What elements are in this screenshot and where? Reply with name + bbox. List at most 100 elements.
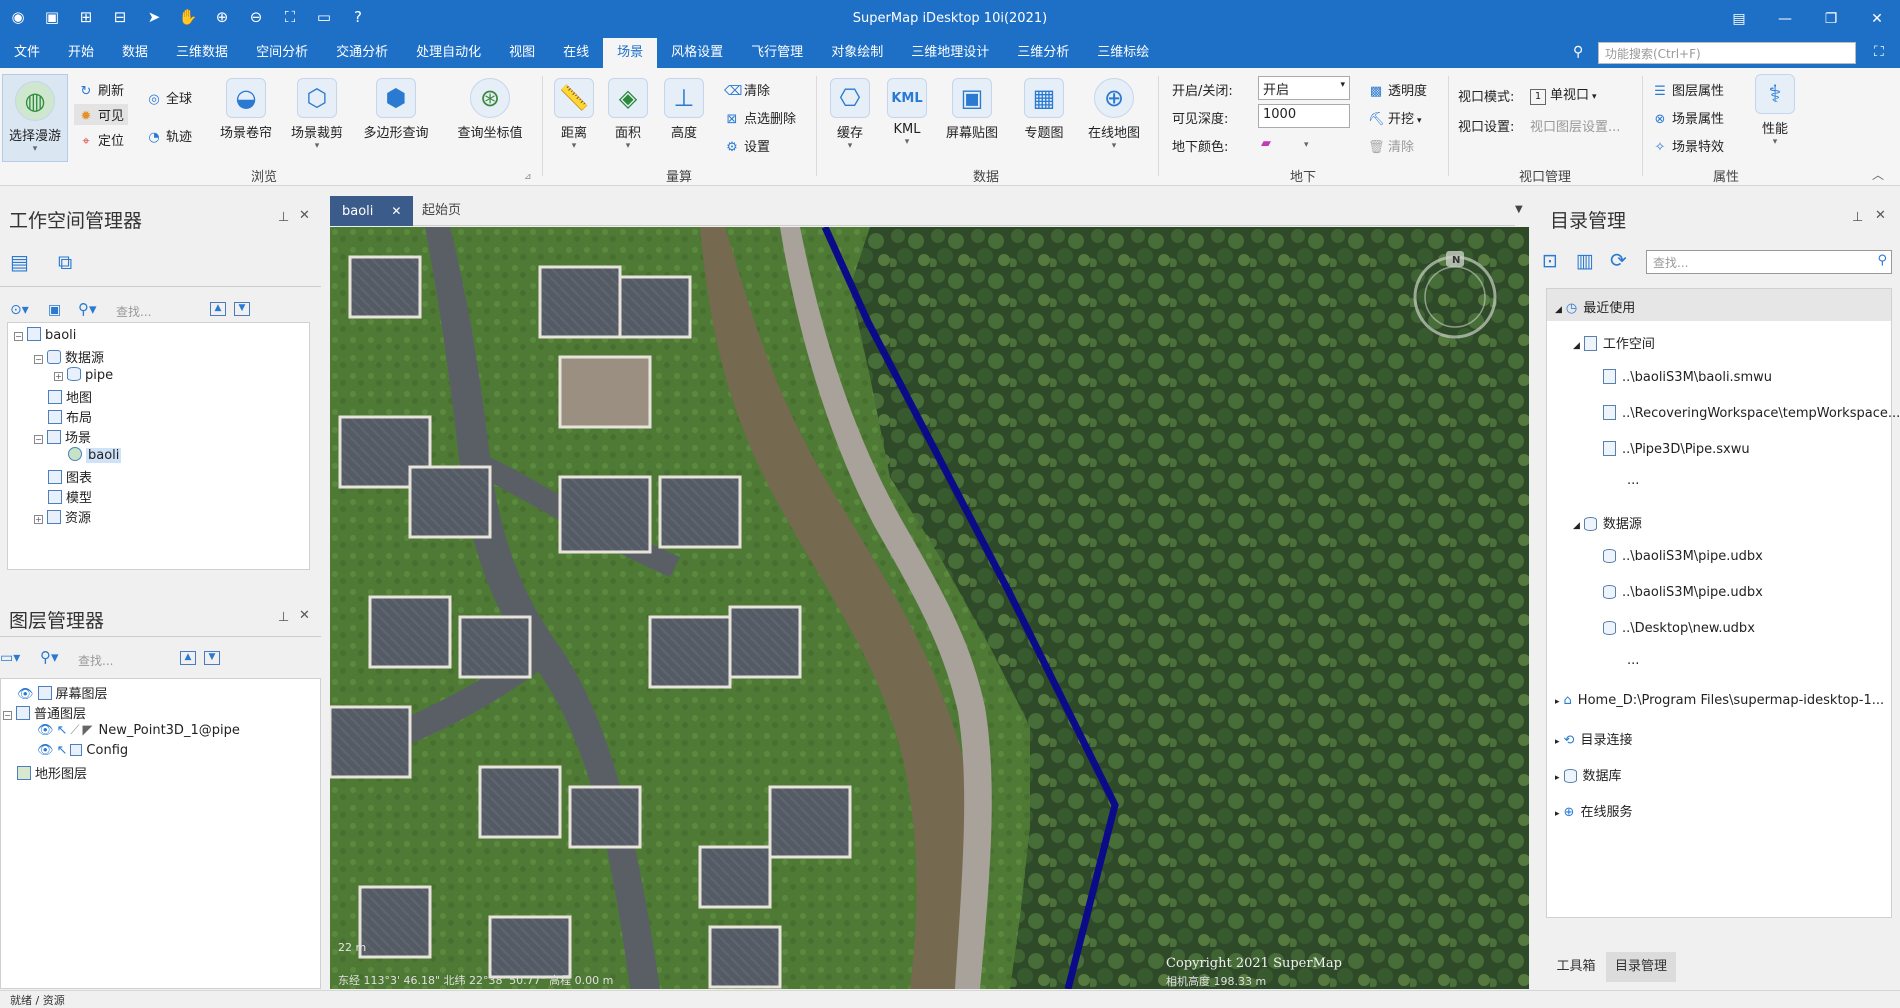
layer-node-screen[interactable]: 👁 屏幕图层 — [17, 683, 108, 702]
layer-node-terrain[interactable]: 地形图层 — [17, 763, 87, 782]
ribbon-tab-13[interactable]: 三维地理设计 — [897, 38, 1003, 68]
tree-node-scene-baoli[interactable]: baoli — [68, 447, 122, 463]
pin-icon[interactable]: ⊥ — [278, 210, 289, 225]
ribbon-tab-12[interactable]: 对象绘制 — [817, 38, 897, 68]
prev-arrow-icon[interactable]: ▲ — [180, 651, 196, 665]
catalog-node-database[interactable]: ▸ 数据库 — [1555, 765, 1622, 784]
ribbon-tab-6[interactable]: 处理自动化 — [402, 38, 495, 68]
eye-icon[interactable]: 👁 — [37, 723, 54, 738]
function-search-input[interactable]: 功能搜索(Ctrl+F) — [1598, 42, 1856, 64]
tree-node-pipe[interactable]: + pipe — [54, 367, 113, 383]
kml-button[interactable]: KML KML ▾ — [882, 78, 932, 147]
viewport-mode-select[interactable]: 1 单视口 ▾ — [1530, 84, 1597, 105]
catalog-item-ds-more[interactable]: ... — [1627, 653, 1639, 668]
ribbon-tab-5[interactable]: 交通分析 — [322, 38, 402, 68]
catalog-item-ds3[interactable]: ..\Desktop\new.udbx — [1603, 621, 1755, 636]
selectable-arrow-icon[interactable]: ↖ — [57, 743, 68, 758]
screen-map-button[interactable]: ▣ 屏幕贴图 — [940, 78, 1004, 141]
polygon-query-button[interactable]: ⬢ 多边形查询 — [358, 78, 434, 141]
collapse-icon[interactable]: − — [34, 435, 43, 444]
scene-props-button[interactable]: ⊗ 场景属性 — [1652, 108, 1724, 127]
workspace-tab-icon[interactable]: ▤ — [10, 250, 29, 274]
distance-button[interactable]: 📏 距离 ▾ — [550, 78, 598, 151]
catalog-item-ws2[interactable]: ..\RecoveringWorkspace\tempWorkspace.... — [1603, 405, 1900, 421]
performance-button[interactable]: ⚕ 性能 ▾ — [1752, 74, 1798, 147]
ribbon-tab-9[interactable]: 场景 — [603, 38, 658, 68]
add-layer-icon[interactable]: ▭▾ — [0, 650, 20, 666]
expand-icon[interactable]: + — [54, 372, 63, 381]
tree-node-models[interactable]: 模型 — [48, 487, 92, 506]
tree-node-resources[interactable]: + 资源 — [34, 507, 91, 526]
next-arrow-icon[interactable]: ▼ — [234, 302, 250, 316]
workspace-search-input[interactable]: 查找... — [116, 303, 151, 320]
group-launcher-icon[interactable]: ⊿ — [524, 172, 532, 182]
restore-icon[interactable]: ❐ — [1808, 0, 1854, 38]
selectable-arrow-icon[interactable]: ↖ — [57, 723, 68, 738]
prev-arrow-icon[interactable]: ▲ — [210, 302, 226, 316]
catalog-search-input[interactable]: 查找... ⚲ — [1646, 250, 1892, 274]
eye-icon[interactable]: 👁 — [37, 743, 54, 758]
layer-search-input[interactable]: 查找... — [78, 652, 113, 669]
pin-icon[interactable]: ⊥ — [1852, 210, 1863, 225]
underground-toggle-select[interactable]: 开启 ▾ — [1258, 76, 1350, 100]
collapse-icon[interactable]: − — [14, 332, 23, 341]
catalog-item-ws3[interactable]: ..\Pipe3D\Pipe.sxwu — [1603, 441, 1750, 457]
excavate-button[interactable]: ⛏ 开挖 ▾ — [1368, 108, 1422, 127]
catalog-item-ws1[interactable]: ..\baoliS3M\baoli.smwu — [1603, 369, 1772, 385]
scene-roller-button[interactable]: ◒ 场景卷帘 — [214, 78, 278, 141]
area-button[interactable]: ◈ 面积 ▾ — [604, 78, 652, 151]
cache-button[interactable]: ⎔ 缓存 ▾ — [824, 78, 876, 151]
ribbon-tab-4[interactable]: 空间分析 — [242, 38, 322, 68]
visible-button[interactable]: ✹ 可见 — [74, 104, 129, 125]
underground-clear-button[interactable]: 🗑 清除 — [1368, 136, 1414, 155]
measure-settings-button[interactable]: ⚙ 设置 — [724, 136, 770, 155]
find-icon[interactable]: ⚲▾ — [40, 648, 59, 666]
layers-tab-icon[interactable]: ⧉ — [58, 250, 72, 274]
catalog-node-recent[interactable]: ◢ ◷ 最近使用 — [1555, 297, 1635, 316]
underground-color-picker[interactable]: ▰ ▾ — [1258, 136, 1309, 151]
scene-clip-button[interactable]: ⬡ 场景裁剪 ▾ — [285, 78, 349, 151]
panel-close-icon[interactable]: ✕ — [299, 208, 310, 223]
ribbon-tab-11[interactable]: 飞行管理 — [737, 38, 817, 68]
tree-node-root[interactable]: − baoli — [14, 327, 76, 343]
ribbon-tab-1[interactable]: 开始 — [54, 38, 108, 68]
track-button[interactable]: ◔ 轨迹 — [146, 126, 192, 145]
measure-clear-button[interactable]: ⌫ 清除 — [724, 80, 770, 99]
locate-button[interactable]: ⌖ 定位 — [78, 130, 124, 149]
search-icon[interactable]: ⚲ — [1573, 44, 1583, 60]
scene-view[interactable]: N Copyright 2021 SuperMap 22 m 东经 113°3'… — [330, 227, 1529, 989]
height-button[interactable]: ⊥ 高度 — [660, 78, 708, 141]
doc-tab-start[interactable]: 起始页 — [410, 196, 473, 226]
doc-tab-baoli[interactable]: baoli ✕ — [330, 196, 414, 226]
collapse-ribbon-icon[interactable]: ︿ — [1872, 166, 1884, 183]
open-datasource-icon[interactable]: ⊙▾ — [10, 302, 29, 318]
tree-node-layouts[interactable]: 布局 — [48, 407, 92, 426]
tree-node-maps[interactable]: 地图 — [48, 387, 92, 406]
ribbon-tab-14[interactable]: 三维分析 — [1003, 38, 1083, 68]
tab-close-icon[interactable]: ✕ — [391, 204, 401, 218]
query-coord-button[interactable]: ⊛ 查询坐标值 — [452, 78, 528, 141]
catalog-item-ds2[interactable]: ..\baoliS3M\pipe.udbx — [1603, 585, 1763, 600]
ribbon-tab-8[interactable]: 在线 — [549, 38, 603, 68]
tab-list-dropdown-icon[interactable]: ▼ — [1515, 204, 1523, 215]
catalog-node-datasource[interactable]: ◢ 数据源 — [1573, 513, 1642, 532]
tree-node-charts[interactable]: 图表 — [48, 467, 92, 486]
globe-button[interactable]: ◎ 全球 — [146, 88, 192, 107]
editable-icon[interactable]: ⟋ — [70, 723, 79, 738]
delete-icon[interactable]: ▥ — [1576, 250, 1594, 272]
ribbon-tab-10[interactable]: 风格设置 — [657, 38, 737, 68]
catalog-node-workspace[interactable]: ◢ 工作空间 — [1573, 333, 1655, 352]
ribbon-tab-15[interactable]: 三维标绘 — [1083, 38, 1163, 68]
toolbox-tab[interactable]: 工具箱 — [1546, 952, 1606, 982]
catalog-tab[interactable]: 目录管理 — [1606, 952, 1676, 982]
fullscreen-icon[interactable]: ⛶ — [1874, 44, 1884, 60]
layer-props-button[interactable]: ☰ 图层属性 — [1652, 80, 1724, 99]
minimize-icon[interactable]: — — [1762, 0, 1808, 38]
ribbon-tab-2[interactable]: 数据 — [108, 38, 162, 68]
select-roam-button[interactable]: ◍ 选择漫游 ▾ — [2, 74, 68, 162]
new-folder-icon[interactable]: ⊡ — [1542, 250, 1558, 272]
close-icon[interactable]: ✕ — [1854, 0, 1900, 38]
refresh-button[interactable]: ↻ 刷新 — [78, 80, 124, 99]
catalog-node-home[interactable]: ▸ ⌂ Home_D:\Program Files\supermap-ideskto… — [1555, 693, 1884, 708]
catalog-node-online[interactable]: ▸ ⊕ 在线服务 — [1555, 801, 1632, 820]
